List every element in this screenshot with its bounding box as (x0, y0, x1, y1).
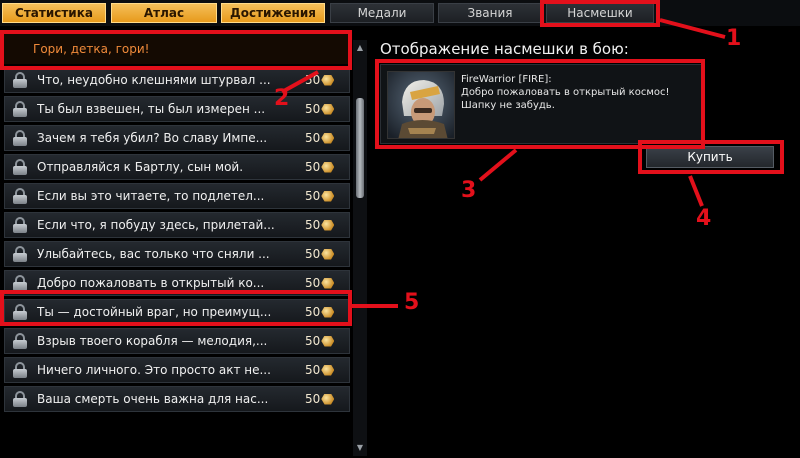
taunt-row-text: Зачем я тебя убил? Во славу Импе... (37, 131, 268, 145)
preview-line-1: Добро пожаловать в открытый космос! (461, 87, 670, 98)
scroll-thumb[interactable] (356, 98, 364, 198)
price-value: 50 (305, 247, 321, 261)
taunt-price: 50 (305, 73, 349, 87)
lock-icon (13, 130, 27, 146)
taunt-row-text: Что, неудобно клешнями штурвал ... (37, 73, 271, 87)
price-value: 50 (305, 160, 321, 174)
coin-icon (321, 248, 335, 260)
taunt-row[interactable]: Добро пожаловать в открытый ко... 50 (4, 270, 350, 296)
tab-statistics[interactable]: Статистика (2, 3, 106, 23)
price-value: 50 (305, 73, 321, 87)
lock-icon (13, 101, 27, 117)
tab-achievements[interactable]: Достижения (221, 3, 325, 23)
price-value: 50 (305, 392, 321, 406)
taunt-price: 50 (305, 363, 349, 377)
lock-icon (13, 217, 27, 233)
lock-icon (13, 304, 27, 320)
taunt-price: 50 (305, 131, 349, 145)
coin-icon (321, 335, 335, 347)
taunt-price: 50 (305, 276, 349, 290)
coin-icon (321, 132, 335, 144)
taunt-price: 50 (305, 305, 349, 319)
lock-icon (13, 159, 27, 175)
lock-icon (13, 362, 27, 378)
taunt-row[interactable]: Улыбайтесь, вас только что сняли ... 50 (4, 241, 350, 267)
list-scrollbar[interactable]: ▲ ▼ (353, 40, 367, 456)
lock-icon (13, 333, 27, 349)
taunt-row-text: Ты — достойный враг, но преимущ... (37, 305, 272, 319)
taunt-row-text: Если вы это читаете, то подлетел... (37, 189, 265, 203)
lock-icon (13, 275, 27, 291)
tab-medals[interactable]: Медали (330, 3, 434, 23)
taunt-price: 50 (305, 247, 349, 261)
price-value: 50 (305, 305, 321, 319)
coin-icon (321, 103, 335, 115)
taunt-preview-box: FireWarrior [FIRE]: Добро пожаловать в о… (380, 64, 704, 144)
taunt-row-text: Гори, детка, гори! (33, 42, 150, 56)
coin-icon (321, 161, 335, 173)
price-value: 50 (305, 189, 321, 203)
tab-atlas[interactable]: Атлас (111, 3, 217, 23)
scroll-down-icon[interactable]: ▼ (355, 442, 365, 452)
tab-ranks[interactable]: Звания (438, 3, 542, 23)
taunt-row[interactable]: Если что, я побуду здесь, прилетай... 50 (4, 212, 350, 238)
pilot-avatar (387, 71, 455, 139)
coin-icon (321, 190, 335, 202)
coin-icon (321, 306, 335, 318)
preview-player-name: FireWarrior [FIRE]: (461, 74, 552, 85)
taunt-row[interactable]: Взрыв твоего корабля — мелодия,... 50 (4, 328, 350, 354)
scroll-up-icon[interactable]: ▲ (355, 42, 365, 52)
lock-icon (13, 246, 27, 262)
taunt-row-text: Если что, я побуду здесь, прилетай... (37, 218, 275, 232)
taunt-price: 50 (305, 102, 349, 116)
coin-icon (321, 277, 335, 289)
price-value: 50 (305, 276, 321, 290)
price-value: 50 (305, 131, 321, 145)
coin-icon (321, 219, 335, 231)
taunt-row[interactable]: Ты — достойный враг, но преимущ... 50 (4, 299, 350, 325)
taunt-row-text: Взрыв твоего корабля — мелодия,... (37, 334, 268, 348)
taunt-price: 50 (305, 392, 349, 406)
buy-button[interactable]: Купить (646, 146, 774, 168)
taunt-row-text: Ваша смерть очень важна для нас... (37, 392, 269, 406)
taunt-row[interactable]: Что, неудобно клешнями штурвал ... 50 (4, 67, 350, 93)
tab-bar: Статистика Атлас Достижения Медали Звани… (0, 0, 800, 26)
preview-line-2: Шапку не забудь. (461, 100, 555, 111)
taunt-row-text: Ты был взвешен, ты был измерен ... (37, 102, 266, 116)
price-value: 50 (305, 363, 321, 377)
taunt-price: 50 (305, 189, 349, 203)
tab-taunts[interactable]: Насмешки (546, 3, 654, 23)
lock-icon (13, 72, 27, 88)
lock-icon (13, 188, 27, 204)
price-value: 50 (305, 218, 321, 232)
taunt-row[interactable]: Ты был взвешен, ты был измерен ... 50 (4, 96, 350, 122)
taunt-price: 50 (305, 334, 349, 348)
taunt-price: 50 (305, 218, 349, 232)
price-value: 50 (305, 102, 321, 116)
preview-title: Отображение насмешки в бою: (380, 40, 629, 58)
taunt-row-text: Отправляйся к Бартлу, сын мой. (37, 160, 244, 174)
coin-icon (321, 364, 335, 376)
taunt-row[interactable]: Если вы это читаете, то подлетел... 50 (4, 183, 350, 209)
taunt-row[interactable]: Ничего личного. Это просто акт не... 50 (4, 357, 350, 383)
coin-icon (321, 74, 335, 86)
price-value: 50 (305, 334, 321, 348)
taunt-row-text: Улыбайтесь, вас только что сняли ... (37, 247, 270, 261)
taunt-row-text: Добро пожаловать в открытый ко... (37, 276, 265, 290)
lock-icon (13, 391, 27, 407)
taunt-row[interactable]: Зачем я тебя убил? Во славу Импе... 50 (4, 125, 350, 151)
taunt-price: 50 (305, 160, 349, 174)
coin-icon (321, 393, 335, 405)
taunt-row[interactable]: Ваша смерть очень важна для нас... 50 (4, 386, 350, 412)
taunt-row-text: Ничего личного. Это просто акт не... (37, 363, 271, 377)
preview-message: FireWarrior [FIRE]: Добро пожаловать в о… (461, 73, 701, 112)
taunt-row-selected[interactable]: Гори, детка, гори! (4, 34, 350, 64)
taunt-row[interactable]: Отправляйся к Бартлу, сын мой. 50 (4, 154, 350, 180)
